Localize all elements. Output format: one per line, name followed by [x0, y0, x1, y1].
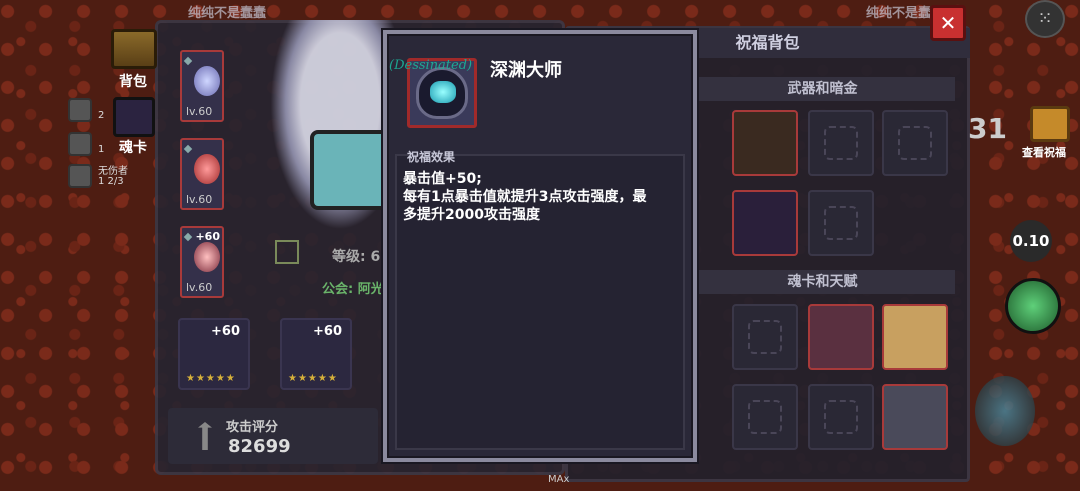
card-slot[interactable] [882, 304, 948, 370]
blessing-slot[interactable] [732, 190, 798, 256]
weapon-card[interactable]: +60 ★★★★★ [178, 318, 250, 390]
blessing-icon [1030, 106, 1070, 142]
skill-orb-icon[interactable] [975, 376, 1035, 446]
player-name-caption: 纯纯不是蠢蠢 [188, 6, 267, 21]
menu-icon[interactable]: ⁙ [1025, 0, 1065, 38]
gem-icon [183, 144, 193, 154]
blessing-slot-empty[interactable] [808, 110, 874, 176]
buff-icon [68, 164, 92, 188]
star-rating: ★★★★★ [186, 373, 236, 384]
bag-label: 背包 [119, 74, 147, 90]
equipment-icon [194, 154, 220, 184]
card-slot-empty[interactable] [732, 384, 798, 450]
hero-level: 等级: 6 [332, 249, 381, 265]
buff-stat-2: 1 [68, 130, 156, 158]
equipment-icon [194, 66, 220, 96]
blessing-slot-empty[interactable] [882, 110, 948, 176]
bag-button[interactable]: 背包 [105, 25, 163, 90]
buff-stat-3: 无伤者 1 2/3 [68, 162, 156, 190]
share-icon[interactable] [275, 240, 299, 264]
gem-icon [183, 56, 193, 66]
buff-icon [68, 132, 92, 156]
speed-indicator[interactable]: 0.10 [1010, 220, 1052, 262]
guild-label: 公会: 阿光 [322, 282, 384, 297]
effect-label: 祝福效果 [407, 150, 456, 164]
close-button[interactable]: ✕ [930, 5, 966, 41]
equip-slot[interactable]: lv.60 [180, 138, 224, 210]
counter-value: 31 [968, 112, 1007, 145]
bottom-tag: MAx [548, 474, 570, 485]
glow-icon [430, 81, 456, 103]
chest-icon [111, 29, 157, 69]
blessing-slot-empty[interactable] [808, 190, 874, 256]
card-slot-empty[interactable] [808, 384, 874, 450]
equip-slot[interactable]: lv.60 [180, 50, 224, 122]
star-rating: ★★★★★ [288, 373, 338, 384]
blessing-detail-modal: (Dessinated) 深渊大师 祝福效果 暴击值+50; 每有1点暴击值就提… [383, 30, 697, 462]
blessing-name: 深渊大师 [490, 60, 562, 81]
buff-icon [68, 98, 92, 122]
view-blessing-button[interactable]: 查看祝福 [1022, 104, 1078, 160]
equip-slot[interactable]: +60 lv.60 [180, 226, 224, 298]
card-slot[interactable] [808, 304, 874, 370]
weapon-card[interactable]: +60 ★★★★★ [280, 318, 352, 390]
gem-icon [183, 232, 193, 242]
blessing-description: 暴击值+50; 每有1点暴击值就提升3点攻击强度，最 多提升2000攻击强度 [403, 171, 647, 223]
watermark-text: (Dessinated) [389, 58, 473, 73]
equipment-icon [194, 242, 220, 272]
attack-score: 攻击评分 82699 [168, 408, 378, 464]
buff-stat-1: 2 [68, 96, 156, 124]
section-cards: 魂卡和天赋 [690, 270, 955, 294]
sword-icon [198, 422, 212, 450]
skill-orb-icon[interactable] [1005, 278, 1061, 334]
section-weapons: 武器和暗金 [690, 77, 955, 101]
card-slot-empty[interactable] [732, 304, 798, 370]
blessing-slot[interactable] [732, 110, 798, 176]
card-slot[interactable] [882, 384, 948, 450]
